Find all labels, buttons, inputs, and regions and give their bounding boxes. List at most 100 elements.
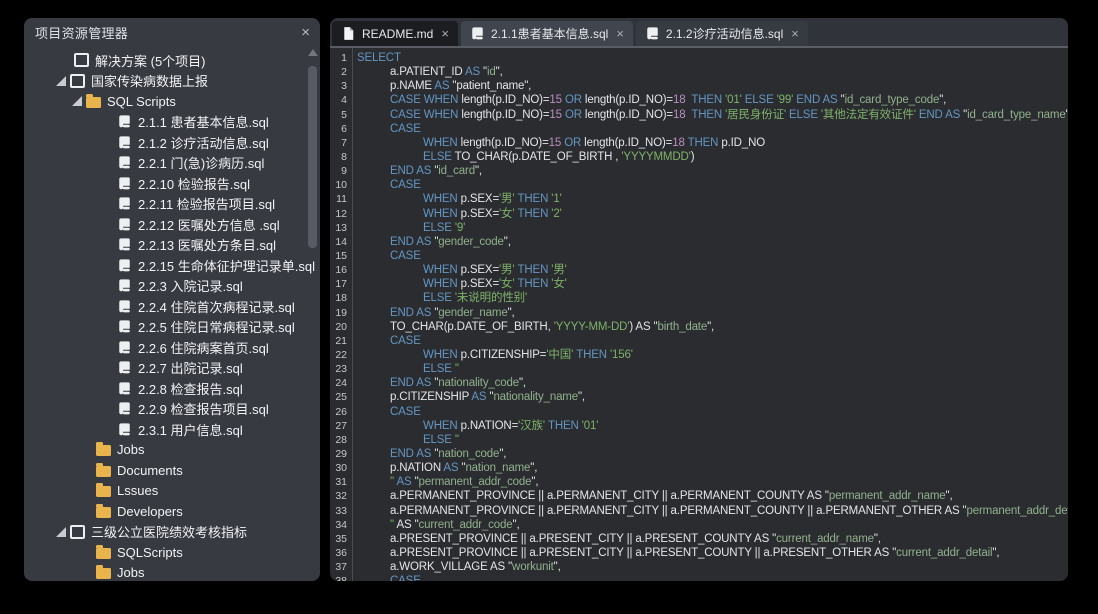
tree-item[interactable]: 2.1.1 患者基本信息.sql [24, 112, 320, 133]
code-line[interactable]: 14END AS "gender_code", [330, 235, 1068, 249]
tree-item[interactable]: 2.2.11 检验报告项目.sql [24, 194, 320, 215]
tree-item[interactable]: Jobs [24, 440, 320, 461]
line-number: 5 [330, 108, 347, 122]
tree-item[interactable]: 2.2.9 检查报告项目.sql [24, 399, 320, 420]
tree-item[interactable]: SQL Scripts [24, 91, 320, 112]
tab[interactable]: 2.1.1患者基本信息.sql × [461, 21, 633, 46]
code-line[interactable]: 1SELECT [330, 51, 1068, 65]
sql-file-icon [645, 26, 660, 41]
code-line[interactable]: 4CASE WHEN length(p.ID_NO)=15 OR length(… [330, 93, 1068, 107]
tree-item[interactable]: 2.2.7 出院记录.sql [24, 358, 320, 379]
code-line[interactable]: 9END AS "id_card", [330, 164, 1068, 178]
tree-item[interactable]: 三级公立医院绩效考核指标 [24, 522, 320, 543]
expander-icon[interactable] [56, 76, 66, 86]
code-line[interactable]: 12WHEN p.SEX='女' THEN '2' [330, 207, 1068, 221]
tree-item[interactable]: SQLScripts [24, 542, 320, 563]
code-line[interactable]: 6CASE [330, 122, 1068, 136]
code-line[interactable]: 20TO_CHAR(p.DATE_OF_BIRTH, 'YYYY-MM-DD')… [330, 320, 1068, 334]
expander-icon[interactable] [56, 527, 66, 537]
code-line[interactable]: 18ELSE '未说明的性别' [330, 291, 1068, 305]
sql-file-icon [116, 196, 132, 212]
line-number: 30 [330, 461, 347, 475]
line-number: 32 [330, 489, 347, 503]
code-line[interactable]: 15CASE [330, 249, 1068, 263]
tree-item-label: Developers [117, 504, 183, 519]
tab-label: 2.1.1患者基本信息.sql [491, 25, 608, 42]
code-text: a.PATIENT_ID AS "id", [347, 65, 503, 79]
scroll-up-icon[interactable] [308, 49, 318, 56]
code-line[interactable]: 5CASE WHEN length(p.ID_NO)=15 OR length(… [330, 108, 1068, 122]
code-line[interactable]: 26CASE [330, 405, 1068, 419]
tree-item[interactable]: 2.2.15 生命体征护理记录单.sql [24, 255, 320, 276]
code-line[interactable]: 25p.CITIZENSHIP AS "nationality_name", [330, 390, 1068, 404]
sidebar-scrollbar[interactable] [307, 49, 318, 577]
tree-item[interactable]: 2.2.4 住院首次病程记录.sql [24, 296, 320, 317]
tree-item[interactable]: 2.2.3 入院记录.sql [24, 276, 320, 297]
code-line[interactable]: 34'' AS "current_addr_code", [330, 518, 1068, 532]
tab[interactable]: 2.1.2诊疗活动信息.sql× [636, 21, 808, 46]
tree-item[interactable]: 2.1.2 诊疗活动信息.sql [24, 132, 320, 153]
expander-icon[interactable] [72, 96, 82, 106]
tree-item[interactable]: 2.3.1 用户信息.sql [24, 419, 320, 440]
tree-item[interactable]: 2.2.8 检查报告.sql [24, 378, 320, 399]
sql-file-icon [470, 26, 485, 41]
code-line[interactable]: 16WHEN p.SEX='男' THEN '男' [330, 263, 1068, 277]
code-text: CASE [347, 405, 421, 419]
code-text: END AS "nation_code", [347, 447, 506, 461]
code-line[interactable]: 23ELSE '' [330, 362, 1068, 376]
sql-file-icon [116, 155, 132, 171]
code-line[interactable]: 28ELSE '' [330, 433, 1068, 447]
code-line[interactable]: 21CASE [330, 334, 1068, 348]
code-line[interactable]: 30p.NATION AS "nation_name", [330, 461, 1068, 475]
tree-item[interactable]: Lssues [24, 481, 320, 502]
tree-item[interactable]: Documents [24, 460, 320, 481]
tree-item[interactable]: 2.2.10 检验报告.sql [24, 173, 320, 194]
tree-item[interactable]: Jobs [24, 563, 320, 582]
tab-close-icon[interactable]: × [791, 26, 799, 41]
code-line[interactable]: 11WHEN p.SEX='男' THEN '1' [330, 192, 1068, 206]
tree-item[interactable]: 国家传染病数据上报 [24, 71, 320, 92]
code-line[interactable]: 37a.WORK_VILLAGE AS "workunit", [330, 560, 1068, 574]
panel-header: 项目资源管理器 × [24, 18, 320, 47]
code-text: WHEN p.SEX='女' THEN '2' [347, 207, 562, 221]
tab-close-icon[interactable]: × [441, 26, 449, 41]
code-line[interactable]: 31'' AS "permanent_addr_code", [330, 475, 1068, 489]
sql-file-icon [116, 114, 132, 130]
code-area[interactable]: 1SELECT2a.PATIENT_ID AS "id",3p.NAME AS … [330, 48, 1068, 581]
code-line[interactable]: 27WHEN p.NATION='汉族' THEN '01' [330, 419, 1068, 433]
tree-item[interactable]: 2.2.1 门(急)诊病历.sql [24, 153, 320, 174]
tree-item[interactable]: 2.2.13 医嘱处方条目.sql [24, 235, 320, 256]
code-line[interactable]: 24END AS "nationality_code", [330, 376, 1068, 390]
code-line[interactable]: 29END AS "nation_code", [330, 447, 1068, 461]
code-line[interactable]: 17WHEN p.SEX='女' THEN '女' [330, 277, 1068, 291]
line-number: 24 [330, 376, 347, 390]
code-line[interactable]: 10CASE [330, 178, 1068, 192]
code-line[interactable]: 33a.PERMANENT_PROVINCE || a.PERMANENT_CI… [330, 504, 1068, 518]
scrollbar-thumb[interactable] [308, 66, 317, 248]
code-line[interactable]: 8ELSE TO_CHAR(p.DATE_OF_BIRTH , 'YYYYMMD… [330, 150, 1068, 164]
close-icon[interactable]: × [301, 25, 310, 40]
line-number: 23 [330, 362, 347, 376]
code-line[interactable]: 35a.PRESENT_PROVINCE || a.PRESENT_CITY |… [330, 532, 1068, 546]
code-line[interactable]: 2a.PATIENT_ID AS "id", [330, 65, 1068, 79]
code-line[interactable]: 13ELSE '9' [330, 221, 1068, 235]
code-line[interactable]: 3p.NAME AS "patient_name", [330, 79, 1068, 93]
code-line[interactable]: 36a.PRESENT_PROVINCE || a.PRESENT_CITY |… [330, 546, 1068, 560]
code-text: END AS "gender_code", [347, 235, 511, 249]
code-line[interactable]: 7WHEN length(p.ID_NO)=15 OR length(p.ID_… [330, 136, 1068, 150]
tab[interactable]: README.md× [332, 21, 458, 46]
code-line[interactable]: 19END AS "gender_name", [330, 306, 1068, 320]
tree-item[interactable]: Developers [24, 501, 320, 522]
tree-item-label: Documents [117, 463, 183, 478]
tree-item-label: 2.2.8 检查报告.sql [138, 379, 243, 398]
code-line[interactable]: 38CASE [330, 574, 1068, 581]
code-text: END AS "nationality_code", [347, 376, 526, 390]
code-line[interactable]: 22WHEN p.CITIZENSHIP='中国' THEN '156' [330, 348, 1068, 362]
tree-item[interactable]: 解决方案 (5个项目) [24, 50, 320, 71]
code-line[interactable]: 32a.PERMANENT_PROVINCE || a.PERMANENT_CI… [330, 489, 1068, 503]
code-text: CASE WHEN length(p.ID_NO)=15 OR length(p… [347, 108, 1068, 122]
tab-close-icon[interactable]: × [616, 26, 624, 41]
tree-item[interactable]: 2.2.6 住院病案首页.sql [24, 337, 320, 358]
tree-item[interactable]: 2.2.5 住院日常病程记录.sql [24, 317, 320, 338]
tree-item[interactable]: 2.2.12 医嘱处方信息 .sql [24, 214, 320, 235]
